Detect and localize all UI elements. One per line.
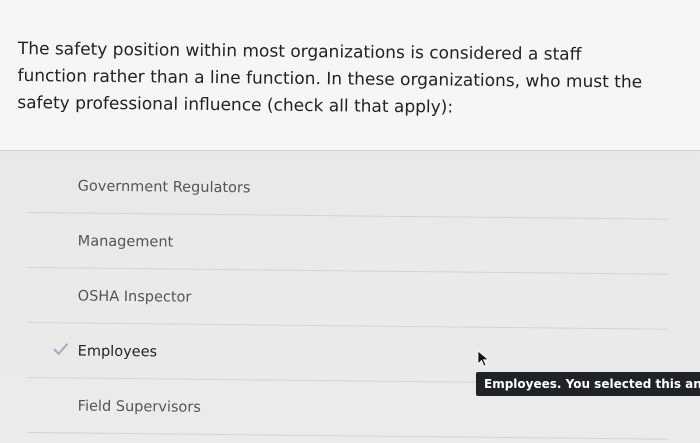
choice-management[interactable]: Management (27, 215, 668, 275)
choice-label: OSHA Inspector (77, 288, 192, 306)
answer-tooltip: Employees. You selected this answer (476, 372, 700, 396)
choice-label: Government Regulators (77, 178, 251, 197)
check-icon (53, 343, 68, 355)
question-panel: The safety position within most organiza… (0, 0, 700, 151)
choice-label: Employees (77, 343, 158, 361)
choice-label: Management (77, 233, 174, 251)
choice-government-regulators[interactable]: Government Regulators (27, 160, 668, 220)
mouse-pointer-icon (477, 350, 490, 367)
choice-label: Field Supervisors (77, 398, 201, 416)
choice-osha-inspector[interactable]: OSHA Inspector (27, 270, 668, 330)
question-text: The safety position within most organiza… (17, 38, 643, 118)
